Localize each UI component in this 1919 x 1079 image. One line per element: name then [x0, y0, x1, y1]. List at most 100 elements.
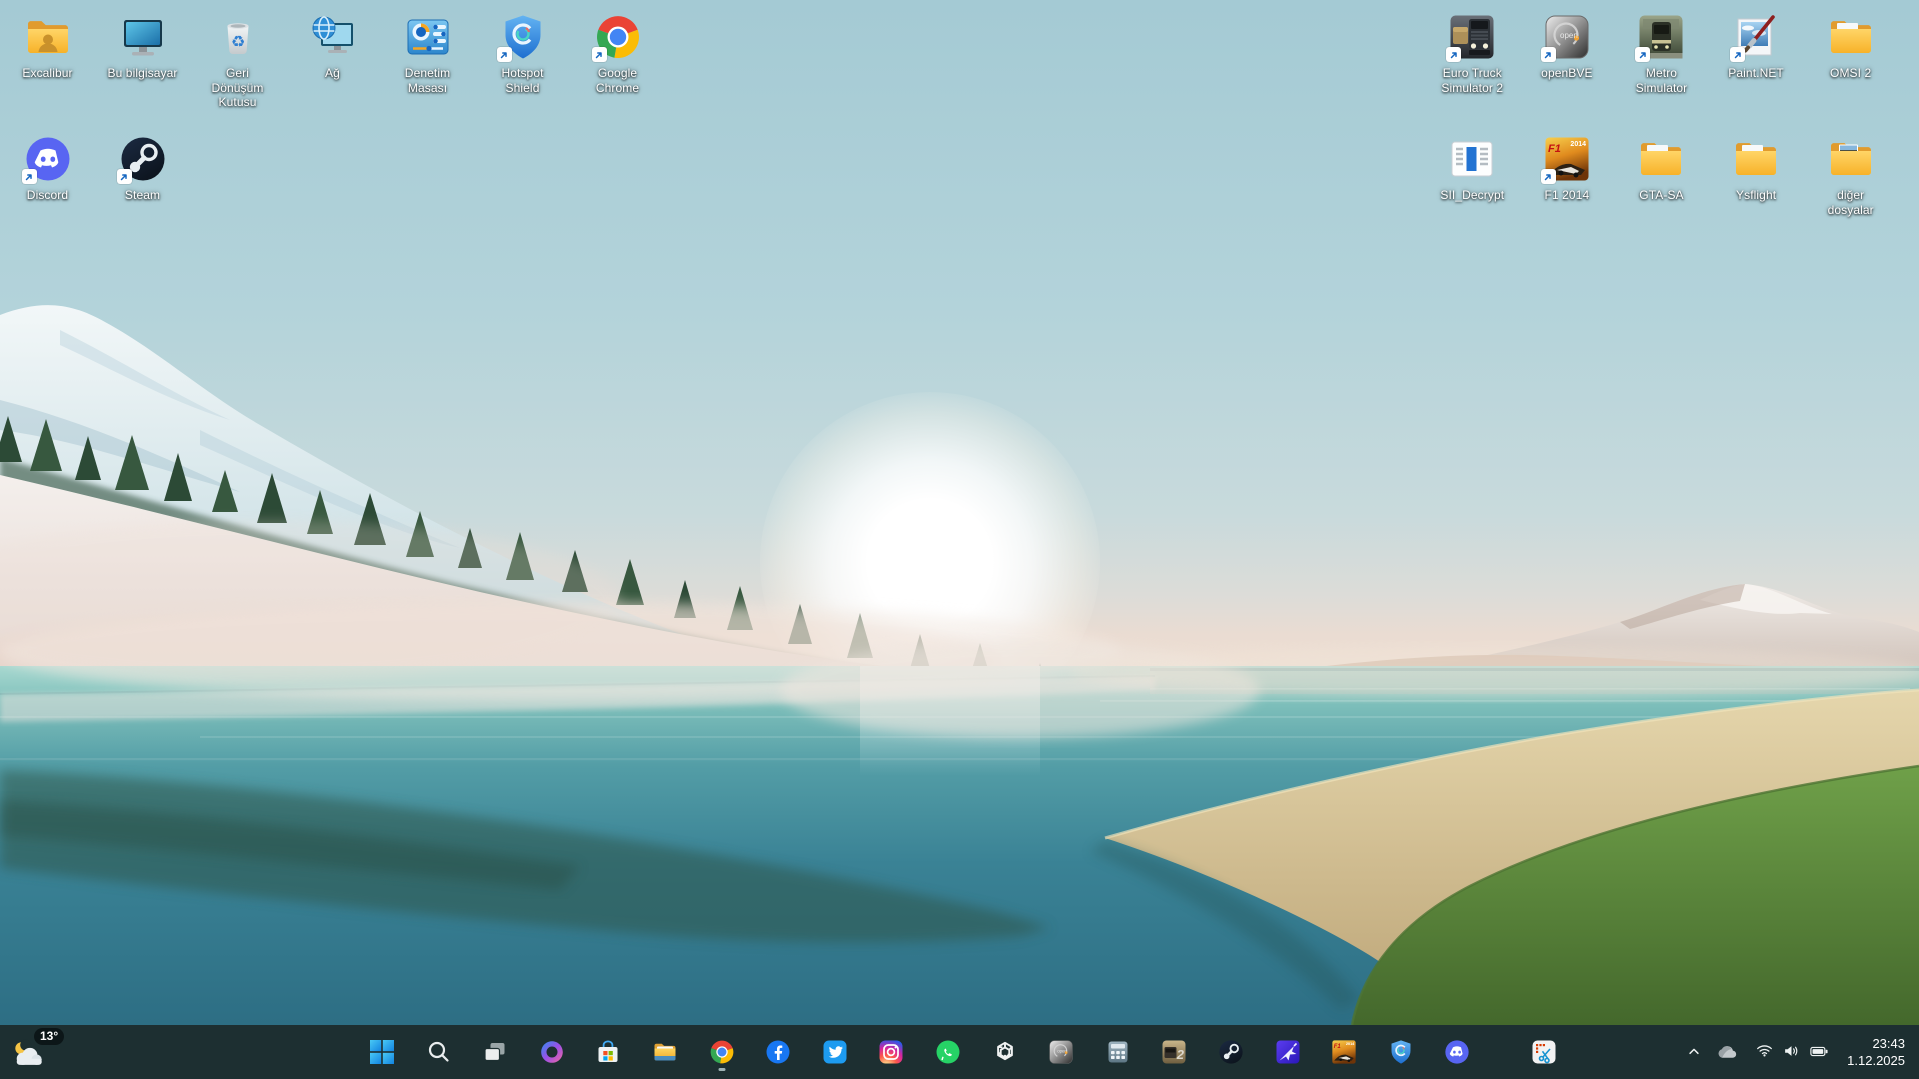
- clock-date: 1.12.2025: [1847, 1052, 1905, 1069]
- weather-temperature: 13°: [34, 1028, 64, 1045]
- desktop-icon-hotspot-shield[interactable]: Hotspot Shield: [475, 6, 570, 128]
- taskbar-start[interactable]: [362, 1032, 402, 1072]
- desktop-icon-excalibur[interactable]: Excalibur: [0, 6, 95, 128]
- ms-store-icon: [595, 1039, 621, 1065]
- hotspot-shield-icon: [499, 13, 547, 61]
- desktop-icon-denetim-masası[interactable]: Denetim Masası: [380, 6, 475, 128]
- tray-chevron-up-icon[interactable]: [1679, 1032, 1709, 1072]
- taskbar: 13° open 2 2014 F1 23:43 1.12.2025: [0, 1025, 1919, 1079]
- clock-time: 23:43: [1872, 1035, 1905, 1052]
- sii-decrypt-icon: [1448, 135, 1496, 183]
- snipping-tool-icon: [1531, 1039, 1557, 1065]
- system-tray: 23:43 1.12.2025: [1679, 1025, 1917, 1079]
- desktop-icon-label: Metro Simulator: [1625, 66, 1697, 95]
- desktop-icon-label: Paint.NET: [1728, 66, 1784, 81]
- taskbar-twitter[interactable]: [815, 1032, 855, 1072]
- desktop-icon-sii-decrypt[interactable]: SII_Decrypt: [1425, 128, 1520, 250]
- taskbar-corner: [1524, 1032, 1564, 1072]
- svg-text:2014: 2014: [1346, 1042, 1355, 1046]
- desktop-icon-geri-dönüşüm-kutusu[interactable]: ♻Geri Dönüşüm Kutusu: [190, 6, 285, 128]
- desktop-icon-label: Google Chrome: [582, 66, 654, 95]
- desktop-icon-paint-net[interactable]: Paint.NET: [1709, 6, 1804, 128]
- taskbar-microsoft-store[interactable]: [588, 1032, 628, 1072]
- svg-text:♻: ♻: [230, 32, 244, 51]
- control-panel-icon: [404, 13, 452, 61]
- taskbar-instagram[interactable]: [871, 1032, 911, 1072]
- openbve-icon: open: [1048, 1039, 1074, 1065]
- openbve-icon: open: [1543, 13, 1591, 61]
- discord-icon: [1444, 1039, 1470, 1065]
- network-icon: [309, 13, 357, 61]
- taskbar-f1-2014[interactable]: 2014 F1: [1324, 1032, 1364, 1072]
- chrome-icon: [594, 13, 642, 61]
- instagram-icon: [878, 1039, 904, 1065]
- steam-icon: [119, 135, 167, 183]
- desktop-icon-google-chrome[interactable]: Google Chrome: [570, 6, 665, 128]
- taskbar-google-chrome[interactable]: [702, 1032, 742, 1072]
- shortcut-arrow-icon: [497, 47, 512, 62]
- taskbar-openbve[interactable]: open: [1041, 1032, 1081, 1072]
- desktop-icon-label: diğer dosyalar: [1815, 188, 1887, 217]
- desktop-icons-left: Excalibur Bu bilgisayar♻Geri Dönüşüm Kutu…: [0, 6, 665, 250]
- desktop-icon-diğer-dosyalar[interactable]: diğer dosyalar: [1803, 128, 1898, 250]
- taskbar-ysflight[interactable]: [1268, 1032, 1308, 1072]
- desktop-icon-label: Steam: [125, 188, 160, 203]
- metro-simulator-icon: [1637, 13, 1685, 61]
- taskbar-snipping-tool[interactable]: [1524, 1032, 1564, 1072]
- desktop-icon-label: OMSI 2: [1830, 66, 1871, 81]
- desktop-icon-label: Euro Truck Simulator 2: [1436, 66, 1508, 95]
- svg-text:open: open: [1057, 1049, 1067, 1054]
- taskbar-chatgpt[interactable]: [985, 1032, 1025, 1072]
- taskbar-search[interactable]: [419, 1032, 459, 1072]
- shortcut-arrow-icon: [592, 47, 607, 62]
- search-icon: [426, 1039, 452, 1065]
- running-indicator: [718, 1068, 725, 1071]
- desktop-icon-ağ[interactable]: Ağ: [285, 6, 380, 128]
- desktop-icon-label: SII_Decrypt: [1440, 188, 1504, 203]
- taskbar-calculator[interactable]: [1098, 1032, 1138, 1072]
- desktop-icon-discord[interactable]: Discord: [0, 128, 95, 250]
- taskbar-discord[interactable]: [1437, 1032, 1477, 1072]
- facebook-icon: [765, 1039, 791, 1065]
- taskbar-facebook[interactable]: [758, 1032, 798, 1072]
- copilot-icon: [539, 1039, 565, 1065]
- onedrive-icon[interactable]: [1709, 1032, 1745, 1072]
- desktop-icon-label: Excalibur: [22, 66, 72, 81]
- shortcut-arrow-icon: [117, 169, 132, 184]
- taskbar-file-explorer[interactable]: [645, 1032, 685, 1072]
- taskbar-hotspot-shield[interactable]: [1381, 1032, 1421, 1072]
- twitter-icon: [822, 1039, 848, 1065]
- desktop-icon-ysflight[interactable]: Ysflight: [1709, 128, 1804, 250]
- taskbar-whatsapp[interactable]: [928, 1032, 968, 1072]
- taskbar-weather-widget[interactable]: 13°: [10, 1027, 80, 1077]
- desktop-icon-f1-2014[interactable]: 2014F1F1 2014: [1520, 128, 1615, 250]
- desktop-icon-metro-simulator[interactable]: Metro Simulator: [1614, 6, 1709, 128]
- wifi-icon: [1756, 1044, 1773, 1060]
- desktop-icon-label: Ysflight: [1736, 188, 1776, 203]
- desktop-icon-openbve[interactable]: openopenBVE: [1520, 6, 1615, 128]
- chatgpt-icon: [992, 1039, 1018, 1065]
- taskbar-steam[interactable]: [1211, 1032, 1251, 1072]
- svg-text:F1: F1: [1548, 143, 1561, 155]
- svg-text:open: open: [1560, 31, 1578, 40]
- taskbar-clock[interactable]: 23:43 1.12.2025: [1839, 1035, 1917, 1070]
- desktop-icon-label: GTA-SA: [1639, 188, 1683, 203]
- hotspot-shield-icon: [1388, 1039, 1414, 1065]
- desktop-icon-gta-sa[interactable]: GTA-SA: [1614, 128, 1709, 250]
- svg-text:F1: F1: [1334, 1044, 1341, 1050]
- tray-network-volume-battery[interactable]: [1745, 1032, 1839, 1072]
- taskbar-omsi-2[interactable]: 2: [1154, 1032, 1194, 1072]
- desktop-icon-omsi-2[interactable]: OMSI 2: [1803, 6, 1898, 128]
- shortcut-arrow-icon: [1541, 169, 1556, 184]
- battery-icon: [1810, 1045, 1828, 1060]
- desktop-icon-label: Hotspot Shield: [487, 66, 559, 95]
- recycle-bin-icon: ♻: [214, 13, 262, 61]
- desktop-icon-bu-bilgisayar[interactable]: Bu bilgisayar: [95, 6, 190, 128]
- folder-icon: [1827, 13, 1875, 61]
- taskbar-task-view[interactable]: [475, 1032, 515, 1072]
- taskbar-copilot[interactable]: [532, 1032, 572, 1072]
- windows-desktop: Excalibur Bu bilgisayar♻Geri Dönüşüm Kutu…: [0, 0, 1919, 1079]
- desktop-icon-euro-truck-simulator-2[interactable]: Euro Truck Simulator 2: [1425, 6, 1520, 128]
- desktop-icon-steam[interactable]: Steam: [95, 128, 190, 250]
- desktop-icon-label: Ağ: [325, 66, 340, 81]
